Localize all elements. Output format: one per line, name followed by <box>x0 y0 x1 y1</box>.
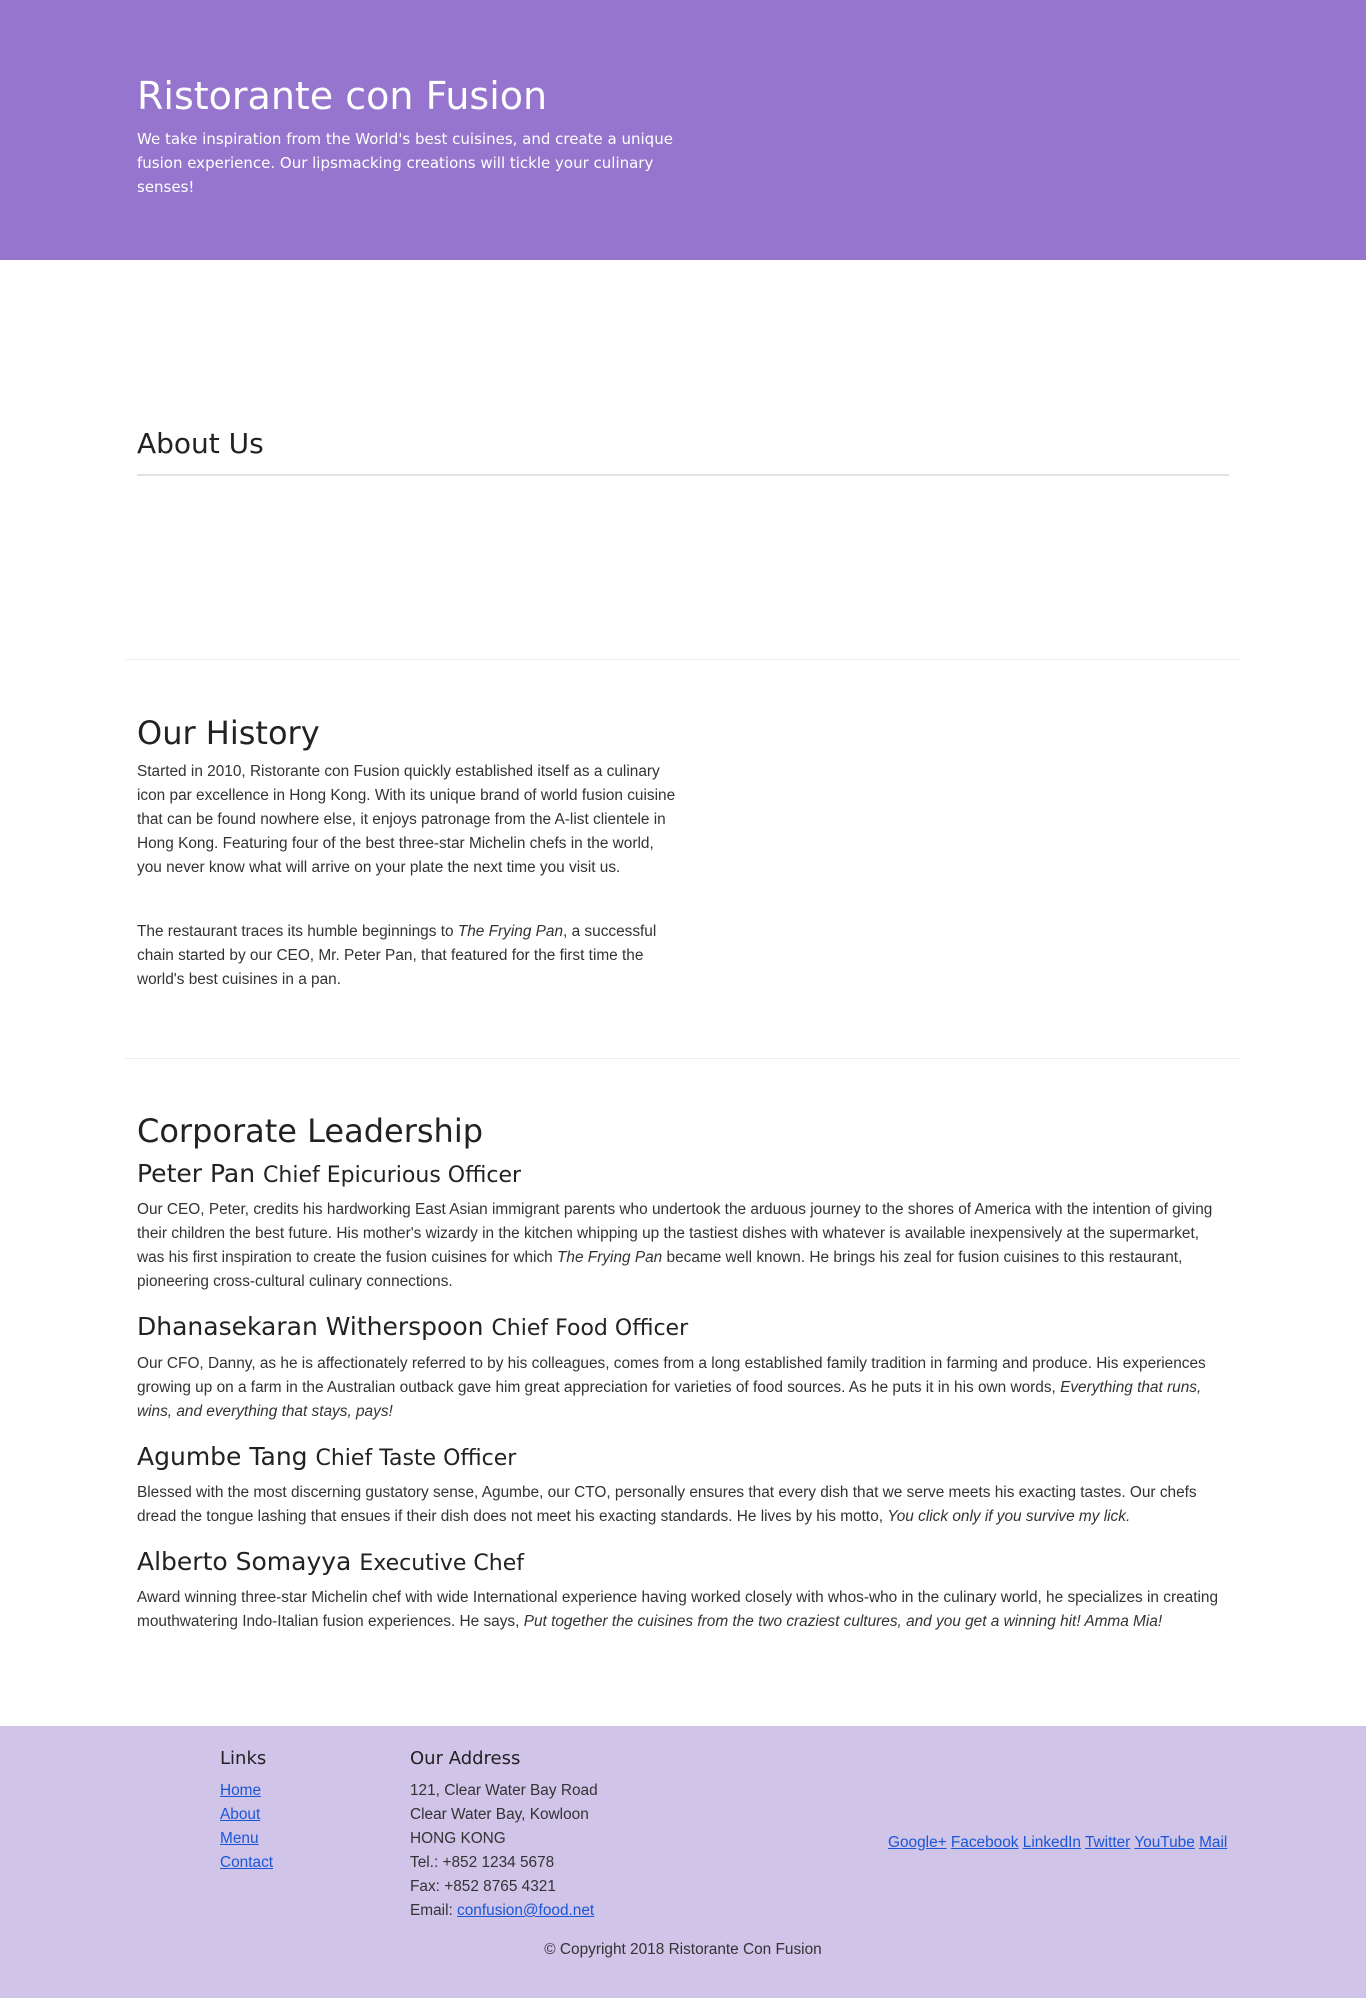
twitter-link[interactable]: Twitter <box>1085 1834 1130 1851</box>
bio-emphasis: The Frying Pan <box>557 1249 663 1266</box>
leader-bio: Award winning three-star Michelin chef w… <box>137 1586 1229 1634</box>
footer-link-item: About <box>220 1803 273 1827</box>
jumbotron-header: Ristorante con Fusion We take inspiratio… <box>0 0 1366 260</box>
history-paragraph-1: Started in 2010, Ristorante con Fusion q… <box>137 763 676 876</box>
leader-name: Peter Pan Chief Epicurious Officer <box>137 1158 521 1192</box>
leader-bio: Our CEO, Peter, credits his hardworking … <box>137 1198 1229 1294</box>
leader-bio: Our CFO, Danny, as he is affectionately … <box>137 1352 1229 1424</box>
footer-link-item: Home <box>220 1779 273 1803</box>
leader-name-text: Peter Pan <box>137 1159 256 1188</box>
address-line: Clear Water Bay, Kowloon <box>410 1806 589 1823</box>
email-label: Email: <box>410 1902 458 1919</box>
facebook-link[interactable]: Facebook <box>951 1834 1019 1851</box>
leader-bio: Blessed with the most discerning gustato… <box>137 1481 1229 1529</box>
leader-role: Executive Chef <box>359 1551 525 1576</box>
footer-address: 121, Clear Water Bay Road Clear Water Ba… <box>410 1779 598 1923</box>
leader-name-text: Agumbe Tang <box>137 1442 308 1471</box>
history-emphasis: The Frying Pan <box>457 923 564 940</box>
youtube-link[interactable]: YouTube <box>1134 1834 1194 1851</box>
footer-link-item: Menu <box>220 1827 273 1851</box>
footer-links-heading: Links <box>220 1748 267 1769</box>
leader-role: Chief Taste Officer <box>315 1446 517 1471</box>
social-links: Google+ Facebook LinkedIn Twitter YouTub… <box>888 1831 1227 1855</box>
bio-emphasis: You click only if you survive my lick. <box>887 1508 1131 1525</box>
footer-link-contact[interactable]: Contact <box>220 1854 273 1871</box>
copyright: © Copyright 2018 Ristorante Con Fusion <box>544 1941 822 1958</box>
leader-role: Chief Epicurious Officer <box>263 1163 522 1188</box>
footer-links-list: Home About Menu Contact <box>220 1779 273 1875</box>
bio-emphasis: Put together the cuisines from the two c… <box>523 1613 1163 1630</box>
bio-text: Our CFO, Danny, as he is affectionately … <box>137 1355 1206 1396</box>
linkedin-link[interactable]: LinkedIn <box>1023 1834 1081 1851</box>
footer-link-about[interactable]: About <box>220 1806 260 1823</box>
footer-link-item: Contact <box>220 1851 273 1875</box>
history-heading: Our History <box>137 714 320 752</box>
leader-name: Alberto Somayya Executive Chef <box>137 1546 524 1580</box>
leader-name-text: Alberto Somayya <box>137 1547 352 1576</box>
address-email: Email: confusion@food.net <box>410 1899 598 1923</box>
footer-link-home[interactable]: Home <box>220 1782 261 1799</box>
footer-link-menu[interactable]: Menu <box>220 1830 259 1847</box>
history-text: The restaurant traces its humble beginni… <box>137 923 458 940</box>
section-divider <box>125 1058 1241 1059</box>
address-fax: Fax: +852 8765 4321 <box>410 1878 556 1895</box>
address-line: 121, Clear Water Bay Road <box>410 1782 598 1799</box>
leader-name-text: Dhanasekaran Witherspoon <box>137 1312 484 1341</box>
section-divider <box>125 659 1241 660</box>
email-link[interactable]: confusion@food.net <box>457 1902 594 1919</box>
brand-title: Ristorante con Fusion <box>137 74 548 118</box>
google-plus-link[interactable]: Google+ <box>888 1834 947 1851</box>
page-title-about: About Us <box>137 427 264 460</box>
leadership-heading: Corporate Leadership <box>137 1112 484 1150</box>
footer-address-heading: Our Address <box>410 1748 521 1769</box>
address-line: HONG KONG <box>410 1830 506 1847</box>
leader-name: Agumbe Tang Chief Taste Officer <box>137 1441 516 1475</box>
brand-tagline: We take inspiration from the World's bes… <box>137 130 673 196</box>
mail-link[interactable]: Mail <box>1199 1834 1227 1851</box>
leader-role: Chief Food Officer <box>491 1316 689 1341</box>
leader-name: Dhanasekaran Witherspoon Chief Food Offi… <box>137 1311 688 1345</box>
title-divider <box>137 474 1229 476</box>
address-phone: Tel.: +852 1234 5678 <box>410 1854 555 1871</box>
history-paragraph-2: The restaurant traces its humble beginni… <box>137 920 682 992</box>
